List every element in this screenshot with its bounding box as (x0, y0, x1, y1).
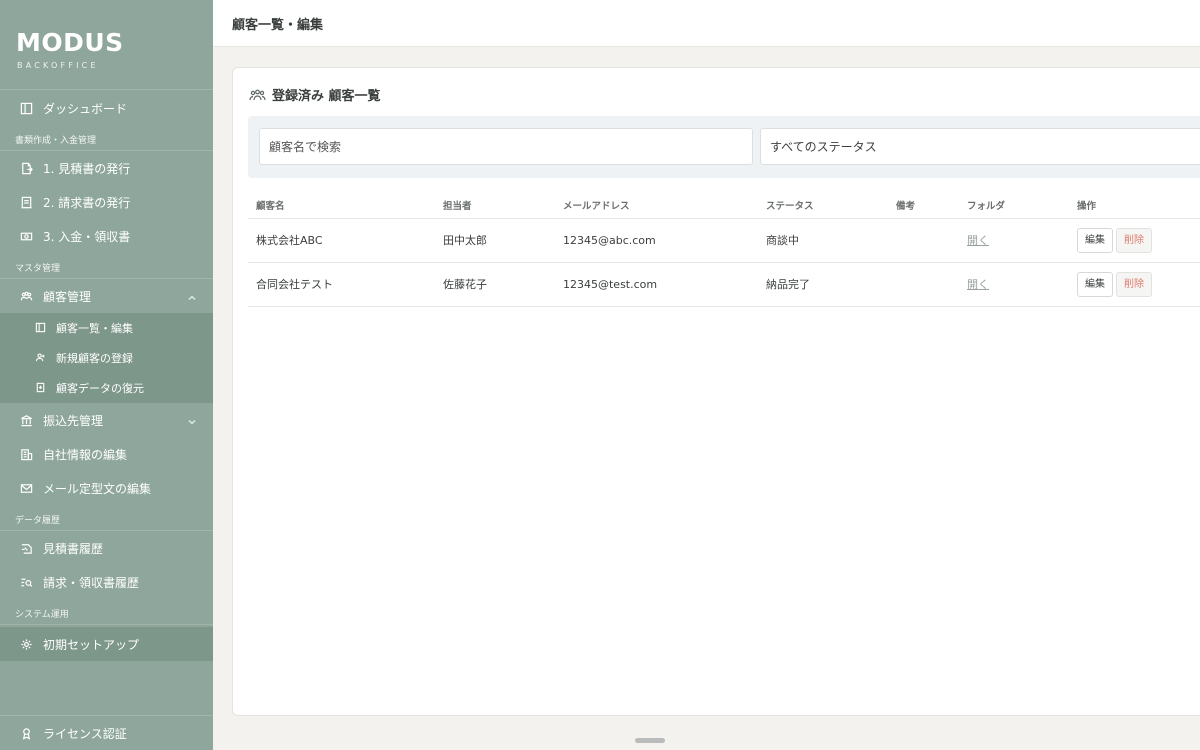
resize-handle[interactable] (635, 738, 665, 743)
restore-icon (35, 382, 47, 394)
sidebar-item-label: 初期セットアップ (43, 637, 140, 652)
sidebar-subitem-restore[interactable]: 顧客データの復元 (0, 373, 213, 403)
logo: MODUS BACKOFFICE (0, 0, 213, 90)
table-header-row: 顧客名 担当者 メールアドレス ステータス 備考 フォルダ 操作 (248, 193, 1200, 219)
cell-actions: 編集 削除 (1069, 262, 1200, 307)
sidebar-item-label: 新規顧客の登録 (56, 352, 133, 365)
history-icon (19, 541, 33, 555)
users-icon (249, 89, 266, 101)
sidebar-item-license[interactable]: ライセンス認証 (0, 716, 213, 750)
cell-folder: 開く (959, 262, 1069, 307)
section-label-history: データ履歴 (0, 505, 213, 531)
search-input[interactable]: 顧客名で検索 (259, 128, 753, 165)
chevron-up-icon (188, 291, 196, 300)
filter-bar: 顧客名で検索 すべてのステータス (248, 116, 1200, 178)
sidebar-item-label: 振込先管理 (43, 413, 104, 428)
cell-email: 12345@test.com (555, 262, 758, 307)
customer-list-card: 登録済み 顧客一覧 顧客名で検索 すべてのステータス 顧客名 担当者 メールアド… (232, 67, 1200, 716)
sidebar: MODUS BACKOFFICE ダッシュボード 書類作成・入金管理 1. 見積… (0, 0, 213, 750)
building-icon (19, 447, 33, 461)
column-header-status: ステータス (758, 193, 888, 219)
section-label-master: マスタ管理 (0, 253, 213, 279)
table-row: 合同会社テスト 佐藤花子 12345@test.com 納品完了 開く 編集 削除 (248, 262, 1200, 307)
column-header-email: メールアドレス (555, 193, 758, 219)
column-header-folder: フォルダ (959, 193, 1069, 219)
invoice-icon (19, 195, 33, 209)
sidebar-subitem-new-customer[interactable]: 新規顧客の登録 (0, 343, 213, 373)
delete-button[interactable]: 削除 (1116, 271, 1152, 297)
section-label-documents: 書類作成・入金管理 (0, 125, 213, 151)
sidebar-item-label: ライセンス認証 (43, 727, 127, 741)
sidebar-item-setup[interactable]: 初期セットアップ (0, 627, 213, 661)
sidebar-item-transfer[interactable]: 振込先管理 (0, 403, 213, 437)
badge-icon (19, 727, 33, 741)
sidebar-item-customers[interactable]: 顧客管理 (0, 279, 213, 313)
table-row: 株式会社ABC 田中太郎 12345@abc.com 商談中 開く 編集 削除 (248, 218, 1200, 263)
cell-folder: 開く (959, 218, 1069, 263)
sidebar-item-quote-history[interactable]: 見積書履歴 (0, 531, 213, 565)
customer-submenu: 顧客一覧・編集 新規顧客の登録 顧客データの復元 (0, 313, 213, 403)
edit-button[interactable]: 編集 (1077, 271, 1113, 297)
sidebar-item-label: メール定型文の編集 (43, 481, 152, 496)
cell-contact: 田中太郎 (435, 218, 555, 263)
sidebar-item-mail-template[interactable]: メール定型文の編集 (0, 471, 213, 505)
chevron-down-icon (188, 415, 196, 425)
status-select[interactable]: すべてのステータス (760, 128, 1200, 165)
search-list-icon (19, 575, 33, 589)
sidebar-footer: ライセンス認証 (0, 715, 213, 750)
gear-icon (19, 637, 33, 651)
list-icon (35, 322, 47, 334)
cell-contact: 佐藤花子 (435, 262, 555, 307)
column-header-contact: 担当者 (435, 193, 555, 219)
mail-icon (19, 481, 33, 495)
sidebar-item-quote[interactable]: 1. 見積書の発行 (0, 151, 213, 185)
cell-status: 商談中 (758, 218, 888, 263)
sidebar-item-payment[interactable]: 3. 入金・領収書 (0, 219, 213, 253)
layout-icon (19, 101, 33, 115)
open-folder-link[interactable]: 開く (967, 234, 989, 247)
users-icon (19, 289, 33, 303)
column-header-note: 備考 (888, 193, 959, 219)
document-export-icon (19, 161, 33, 175)
sidebar-item-label: 3. 入金・領収書 (43, 229, 131, 244)
sidebar-item-label: 1. 見積書の発行 (43, 161, 131, 176)
column-header-actions: 操作 (1069, 193, 1200, 219)
sidebar-item-dashboard[interactable]: ダッシュボード (0, 91, 213, 125)
logo-subtitle: BACKOFFICE (17, 61, 99, 70)
sidebar-item-invoice[interactable]: 2. 請求書の発行 (0, 185, 213, 219)
sidebar-item-company[interactable]: 自社情報の編集 (0, 437, 213, 471)
cash-icon (19, 229, 33, 243)
sidebar-item-label: 顧客一覧・編集 (56, 322, 133, 335)
card-title: 登録済み 顧客一覧 (249, 85, 381, 104)
customer-table: 顧客名 担当者 メールアドレス ステータス 備考 フォルダ 操作 株式会社ABC… (248, 193, 1200, 307)
sidebar-item-invoice-history[interactable]: 請求・領収書履歴 (0, 565, 213, 599)
delete-button[interactable]: 削除 (1116, 227, 1152, 253)
sidebar-item-label: 顧客データの復元 (56, 382, 144, 395)
open-folder-link[interactable]: 開く (967, 278, 989, 291)
cell-status: 納品完了 (758, 262, 888, 307)
cell-name: 株式会社ABC (248, 218, 435, 263)
sidebar-item-label: 見積書履歴 (43, 541, 104, 556)
page-title: 顧客一覧・編集 (232, 17, 324, 33)
sidebar-item-label: 自社情報の編集 (43, 447, 128, 462)
cell-email: 12345@abc.com (555, 218, 758, 263)
sidebar-item-label: 顧客管理 (43, 289, 92, 304)
sidebar-item-label: ダッシュボード (43, 101, 128, 116)
sidebar-item-label: 2. 請求書の発行 (43, 195, 131, 210)
card-title-text: 登録済み 顧客一覧 (272, 89, 381, 104)
column-header-name: 顧客名 (248, 193, 435, 219)
cell-actions: 編集 削除 (1069, 218, 1200, 263)
cell-note (888, 262, 959, 307)
section-label-system: システム運用 (0, 599, 213, 625)
sidebar-item-label: 請求・領収書履歴 (43, 575, 140, 590)
logo-name: MODUS (16, 28, 124, 57)
cell-name: 合同会社テスト (248, 262, 435, 307)
bank-icon (19, 413, 33, 427)
page-header: 顧客一覧・編集 (213, 0, 1200, 47)
edit-button[interactable]: 編集 (1077, 227, 1113, 253)
sidebar-subitem-customer-list[interactable]: 顧客一覧・編集 (0, 313, 213, 343)
user-plus-icon (35, 352, 47, 364)
cell-note (888, 218, 959, 263)
